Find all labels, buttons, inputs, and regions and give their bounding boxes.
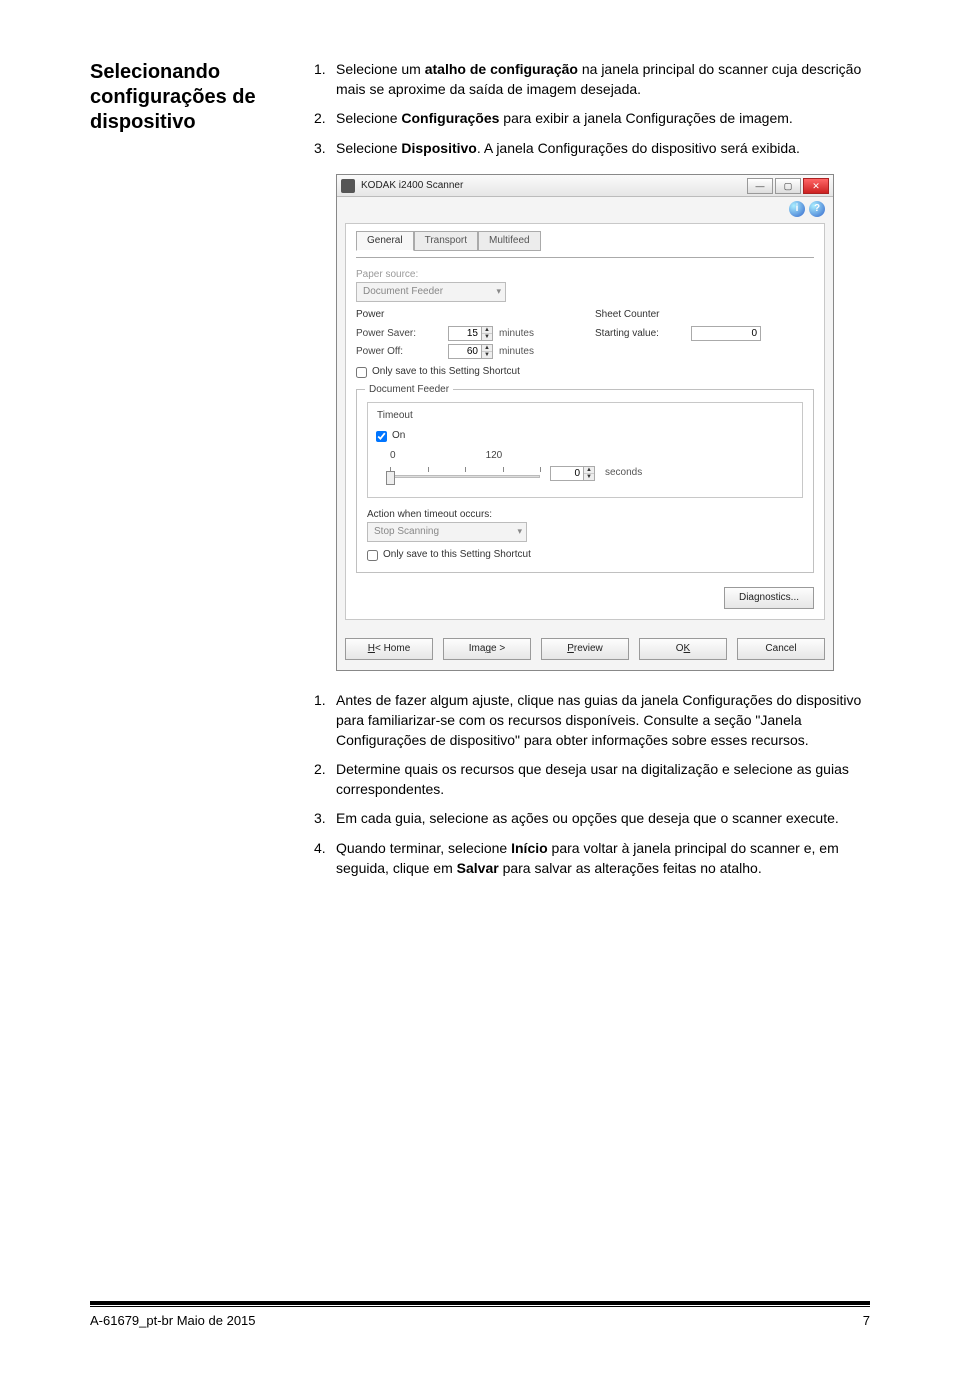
only-save-label-2: Only save to this Setting Shortcut	[383, 548, 531, 562]
only-save-checkbox-1[interactable]	[356, 367, 367, 378]
step-7: Quando terminar, selecione Início para v…	[314, 839, 870, 878]
step-3-text-c: . A janela Configurações do dispositivo …	[477, 140, 800, 156]
spin-down-icon[interactable]: ▼	[482, 334, 492, 340]
step-1-bold: atalho de configuração	[425, 61, 578, 77]
timeout-seconds-spin[interactable]: ▲▼	[550, 466, 595, 481]
diagnostics-button[interactable]: Diagnostics...	[724, 587, 814, 609]
step-2-text-c: para exibir a janela Configurações de im…	[499, 110, 792, 126]
step-1: Selecione um atalho de configuração na j…	[314, 60, 870, 99]
slider-thumb[interactable]	[386, 471, 395, 485]
timeout-seconds-input[interactable]	[550, 466, 584, 481]
power-saver-unit: minutes	[499, 327, 534, 341]
step-7-a: Quando terminar, selecione	[336, 840, 511, 856]
app-icon	[341, 179, 355, 193]
spin-down-icon[interactable]: ▼	[482, 352, 492, 358]
spin-up-icon[interactable]: ▲	[482, 327, 492, 334]
device-settings-screenshot: KODAK i2400 Scanner — ▢ ✕ i ? General	[336, 174, 870, 671]
doc-feeder-legend: Document Feeder	[365, 383, 453, 397]
step-4: Antes de fazer algum ajuste, clique nas …	[314, 691, 870, 750]
paper-source-select[interactable]: Document Feeder	[356, 282, 506, 302]
cancel-button[interactable]: Cancel	[737, 638, 825, 660]
only-save-checkbox-2[interactable]	[367, 550, 378, 561]
step-3-bold: Dispositivo	[401, 140, 476, 156]
page-footer: A-61679_pt-br Maio de 2015 7	[90, 1301, 870, 1328]
sheet-counter-title: Sheet Counter	[595, 308, 814, 322]
seconds-unit: seconds	[605, 466, 642, 480]
preview-button[interactable]: Preview	[541, 638, 629, 660]
ok-button[interactable]: OK	[639, 638, 727, 660]
home-button[interactable]: H< Home< Home	[345, 638, 433, 660]
spin-up-icon[interactable]: ▲	[482, 345, 492, 352]
step-7-b1: Início	[511, 840, 548, 856]
power-saver-label: Power Saver:	[356, 327, 442, 341]
power-saver-spin[interactable]: ▲▼	[448, 326, 493, 341]
step-5: Determine quais os recursos que deseja u…	[314, 760, 870, 799]
window-title: KODAK i2400 Scanner	[361, 179, 747, 193]
paper-source-label: Paper source:	[356, 268, 814, 282]
step-7-b2: Salvar	[457, 860, 499, 876]
step-6: Em cada guia, selecione as ações ou opçõ…	[314, 809, 870, 829]
tab-general[interactable]: General	[356, 231, 414, 251]
section-heading: Selecionando configurações de dispositiv…	[90, 60, 290, 135]
step-7-e: para salvar as alterações feitas no atal…	[499, 860, 762, 876]
maximize-button[interactable]: ▢	[775, 178, 801, 194]
step-2-text-a: Selecione	[336, 110, 401, 126]
power-saver-input[interactable]	[448, 326, 482, 341]
step-3: Selecione Dispositivo. A janela Configur…	[314, 139, 870, 159]
only-save-label-1: Only save to this Setting Shortcut	[372, 365, 520, 379]
power-off-label: Power Off:	[356, 345, 442, 359]
power-off-spin[interactable]: ▲▼	[448, 344, 493, 359]
titlebar: KODAK i2400 Scanner — ▢ ✕	[337, 175, 833, 197]
close-button[interactable]: ✕	[803, 178, 829, 194]
minimize-button[interactable]: —	[747, 178, 773, 194]
power-group-title: Power	[356, 308, 575, 322]
help-icon[interactable]: ?	[809, 201, 825, 217]
tab-multifeed[interactable]: Multifeed	[478, 231, 541, 251]
spin-up-icon[interactable]: ▲	[584, 467, 594, 474]
step-2: Selecione Configurações para exibir a ja…	[314, 109, 870, 129]
step-2-bold: Configurações	[401, 110, 499, 126]
power-off-unit: minutes	[499, 345, 534, 359]
tab-transport[interactable]: Transport	[414, 231, 478, 251]
footer-page-number: 7	[863, 1313, 870, 1328]
power-off-input[interactable]	[448, 344, 482, 359]
info-icon[interactable]: i	[789, 201, 805, 217]
starting-value-label: Starting value:	[595, 327, 685, 341]
spin-down-icon[interactable]: ▼	[584, 474, 594, 480]
starting-value-input[interactable]	[691, 326, 761, 341]
step-1-text-a: Selecione um	[336, 61, 425, 77]
action-label: Action when timeout occurs:	[367, 508, 803, 522]
action-select[interactable]: Stop Scanning	[367, 522, 527, 542]
slider-min: 0	[390, 449, 396, 463]
timeout-legend: Timeout	[374, 409, 416, 423]
timeout-on-label: On	[392, 429, 405, 443]
timeout-slider[interactable]	[390, 463, 540, 483]
step-3-text-a: Selecione	[336, 140, 401, 156]
slider-max: 120	[486, 449, 503, 463]
footer-left: A-61679_pt-br Maio de 2015	[90, 1313, 256, 1328]
image-button[interactable]: Image >	[443, 638, 531, 660]
timeout-on-checkbox[interactable]	[376, 431, 387, 442]
